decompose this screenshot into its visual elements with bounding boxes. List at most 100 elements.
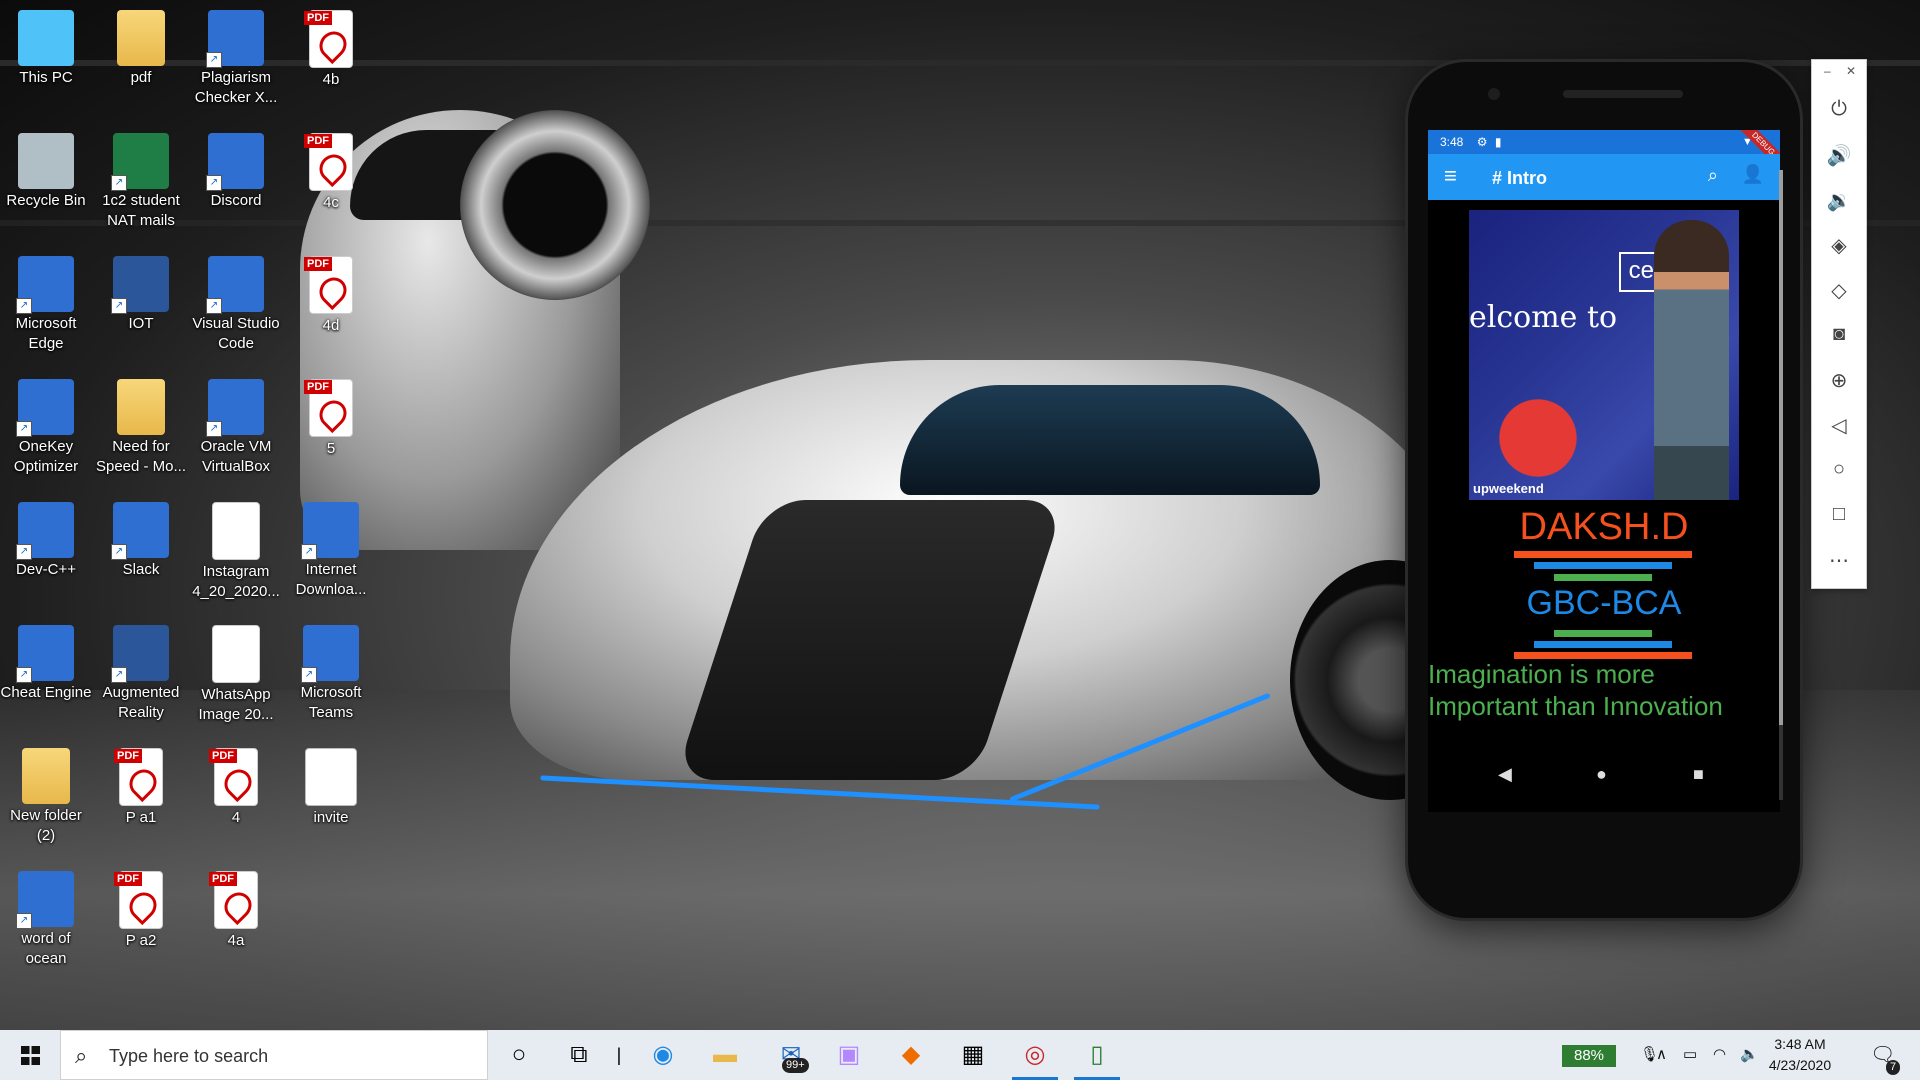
battery-icon[interactable]: ▭ <box>1683 1030 1697 1080</box>
overview-icon[interactable]: □ <box>1812 503 1866 526</box>
volume-icon[interactable]: 🔈 <box>1740 1030 1759 1080</box>
desktop-icon-oracle-vm-virtualbox[interactable]: ↗ Oracle VM VirtualBox <box>190 379 282 477</box>
premiere-pro-icon[interactable]: ▣ <box>822 1030 876 1080</box>
media-player-icon[interactable]: ◎ <box>1008 1030 1062 1080</box>
pdf-icon <box>304 379 353 437</box>
desktop-icon-this-pc[interactable]: This PC <box>0 10 92 88</box>
taskbar: ⌕ Type here to search ○ ⧉ | ◉ ▬ ✉ 99+ ▣ … <box>0 1030 1920 1080</box>
desktop-icon-4c[interactable]: 4c <box>285 133 377 213</box>
nav-home-icon[interactable]: ● <box>1596 764 1607 785</box>
desktop-icon-label: P a2 <box>125 932 157 949</box>
folder-icon <box>22 748 70 804</box>
desktop-icon-recycle-bin[interactable]: Recycle Bin <box>0 133 92 211</box>
battery-percentage[interactable]: 88% <box>1562 1045 1616 1067</box>
desktop-icon-label: Slack <box>122 561 160 578</box>
volume-up-icon[interactable]: 🔊 <box>1812 143 1866 168</box>
home-icon[interactable]: ○ <box>1812 458 1866 481</box>
desktop-icon-microsoft-teams[interactable]: ↗ Microsoft Teams <box>285 625 377 723</box>
shortcut-arrow-icon: ↗ <box>206 52 222 68</box>
desktop-icon-pdf[interactable]: pdf <box>95 10 187 88</box>
camera-icon[interactable]: ◙ <box>1812 323 1866 346</box>
chevron-up-icon[interactable]: ∧ <box>1656 1030 1667 1080</box>
scrollbar-thumb[interactable] <box>1779 170 1783 725</box>
shortcut-arrow-icon: ↗ <box>16 421 32 437</box>
photo-person <box>1654 220 1729 500</box>
desktop-icon-cheat-engine[interactable]: ↗ Cheat Engine <box>0 625 92 703</box>
app-bar: ≡ # Intro ⌕ 👤 <box>1428 154 1780 200</box>
divider-blue <box>1534 562 1672 569</box>
search-icon[interactable]: ⌕ <box>1708 165 1718 186</box>
desktop-icon-microsoft-edge[interactable]: ↗ Microsoft Edge <box>0 256 92 354</box>
rotate-right-icon[interactable]: ◇ <box>1812 278 1866 303</box>
wifi-icon[interactable]: ◠ <box>1713 1030 1726 1080</box>
desktop-icon-internet-downloa[interactable]: ↗ Internet Downloa... <box>285 502 377 600</box>
screen-scrollbar[interactable] <box>1779 170 1783 800</box>
desktop-icon-whatsapp-image-20[interactable]: WhatsApp Image 20... <box>190 625 282 725</box>
nav-recents-icon[interactable]: ■ <box>1693 764 1704 785</box>
quote-text: Imagination is more Important than Innov… <box>1428 658 1723 722</box>
volume-down-icon[interactable]: 🔉 <box>1812 188 1866 213</box>
desktop-icon-label: 4c <box>323 194 339 211</box>
desktop-icon-instagram-4-20-2020[interactable]: Instagram 4_20_2020... <box>190 502 282 602</box>
desktop-icon-dev-c[interactable]: ↗ Dev-C++ <box>0 502 92 580</box>
android-emulator-icon[interactable]: ▯ <box>1070 1030 1124 1080</box>
app-icon: ↗ <box>206 379 264 437</box>
desktop-icon-4b[interactable]: 4b <box>285 10 377 90</box>
desktop-icon-4a[interactable]: 4a <box>190 871 282 951</box>
desktop-icon-1c2-student-nat-mails[interactable]: ↗ 1c2 student NAT mails <box>95 133 187 231</box>
divider-green <box>1554 630 1652 637</box>
desktop-icon-label: Internet Downloa... <box>295 561 367 598</box>
cortana-icon[interactable]: ○ <box>492 1030 546 1080</box>
task-view-icon[interactable]: ⧉ <box>552 1030 606 1080</box>
emulator-screen[interactable]: 3:48 ⚙ ▮ ▼ ▮ DEBUG ≡ # Intro ⌕ 👤 cee elc… <box>1428 130 1780 812</box>
desktop-icon-word-of-ocean[interactable]: ↗ word of ocean <box>0 871 92 969</box>
desktop-icon-slack[interactable]: ↗ Slack <box>95 502 187 580</box>
fl-studio-icon[interactable]: ◆ <box>884 1030 938 1080</box>
zoom-icon[interactable]: ⊕ <box>1812 368 1866 393</box>
emulator-phone-frame: 3:48 ⚙ ▮ ▼ ▮ DEBUG ≡ # Intro ⌕ 👤 cee elc… <box>1408 62 1800 918</box>
app-icon: ↗ <box>16 625 74 683</box>
desktop-icon-plagiarism-checker-x[interactable]: ↗ Plagiarism Checker X... <box>190 10 282 108</box>
blank-icon <box>305 748 357 806</box>
desktop-icon-4[interactable]: 4 <box>190 748 282 828</box>
desktop-icon-label: New folder (2) <box>10 807 82 844</box>
nav-back-icon[interactable]: ◀ <box>1498 764 1512 785</box>
desktop-icon-new-folder-2[interactable]: New folder (2) <box>0 748 92 846</box>
power-icon[interactable]: ⏻ <box>1812 98 1866 121</box>
status-time: 3:48 <box>1440 135 1464 149</box>
desktop-icon-label: 4b <box>322 71 340 88</box>
notification-badge: 7 <box>1886 1060 1901 1075</box>
desktop-icon-invite[interactable]: invite <box>285 748 377 828</box>
system-clock[interactable]: 3:48 AM 4/23/2020 <box>1760 1034 1840 1076</box>
photo-footer-text: upweekend <box>1473 481 1544 496</box>
desktop-icon-visual-studio-code[interactable]: ↗ Visual Studio Code <box>190 256 282 354</box>
desktop-icon-onekey-optimizer[interactable]: ↗ OneKey Optimizer <box>0 379 92 477</box>
pdf-icon <box>304 10 353 68</box>
desktop-icon-label: word of ocean <box>21 930 71 967</box>
desktop-icon-iot[interactable]: ↗ IOT <box>95 256 187 334</box>
add-person-icon[interactable]: 👤 <box>1742 164 1764 185</box>
edge-icon[interactable]: ◉ <box>636 1030 690 1080</box>
close-icon[interactable]: ✕ <box>1846 64 1856 78</box>
store-icon[interactable]: ▦ <box>946 1030 1000 1080</box>
folder-icon <box>117 10 165 66</box>
rotate-left-icon[interactable]: ◈ <box>1812 233 1866 258</box>
shortcut-arrow-icon: ↗ <box>206 298 222 314</box>
menu-icon[interactable]: ≡ <box>1444 165 1457 187</box>
more-icon[interactable]: ⋯ <box>1812 548 1866 573</box>
desktop-icon-p-a1[interactable]: P a1 <box>95 748 187 828</box>
desktop-icon-discord[interactable]: ↗ Discord <box>190 133 282 211</box>
divider-green <box>1554 574 1652 581</box>
emulator-side-panel: – ✕ ⏻ 🔊 🔉 ◈ ◇ ◙ ⊕ ◁ ○ □ ⋯ <box>1811 59 1867 589</box>
desktop-icon-5[interactable]: 5 <box>285 379 377 459</box>
desktop-icon-p-a2[interactable]: P a2 <box>95 871 187 951</box>
back-icon[interactable]: ◁ <box>1812 413 1866 438</box>
desktop-icon-augmented-reality[interactable]: ↗ Augmented Reality <box>95 625 187 723</box>
minimize-icon[interactable]: – <box>1824 64 1831 78</box>
start-button[interactable] <box>0 1030 60 1080</box>
desktop-icon-need-for-speed-mo[interactable]: Need for Speed - Mo... <box>95 379 187 477</box>
taskbar-search[interactable]: ⌕ Type here to search <box>60 1030 488 1080</box>
file-explorer-icon[interactable]: ▬ <box>698 1030 752 1080</box>
excel-icon: ↗ <box>111 133 169 191</box>
desktop-icon-4d[interactable]: 4d <box>285 256 377 336</box>
